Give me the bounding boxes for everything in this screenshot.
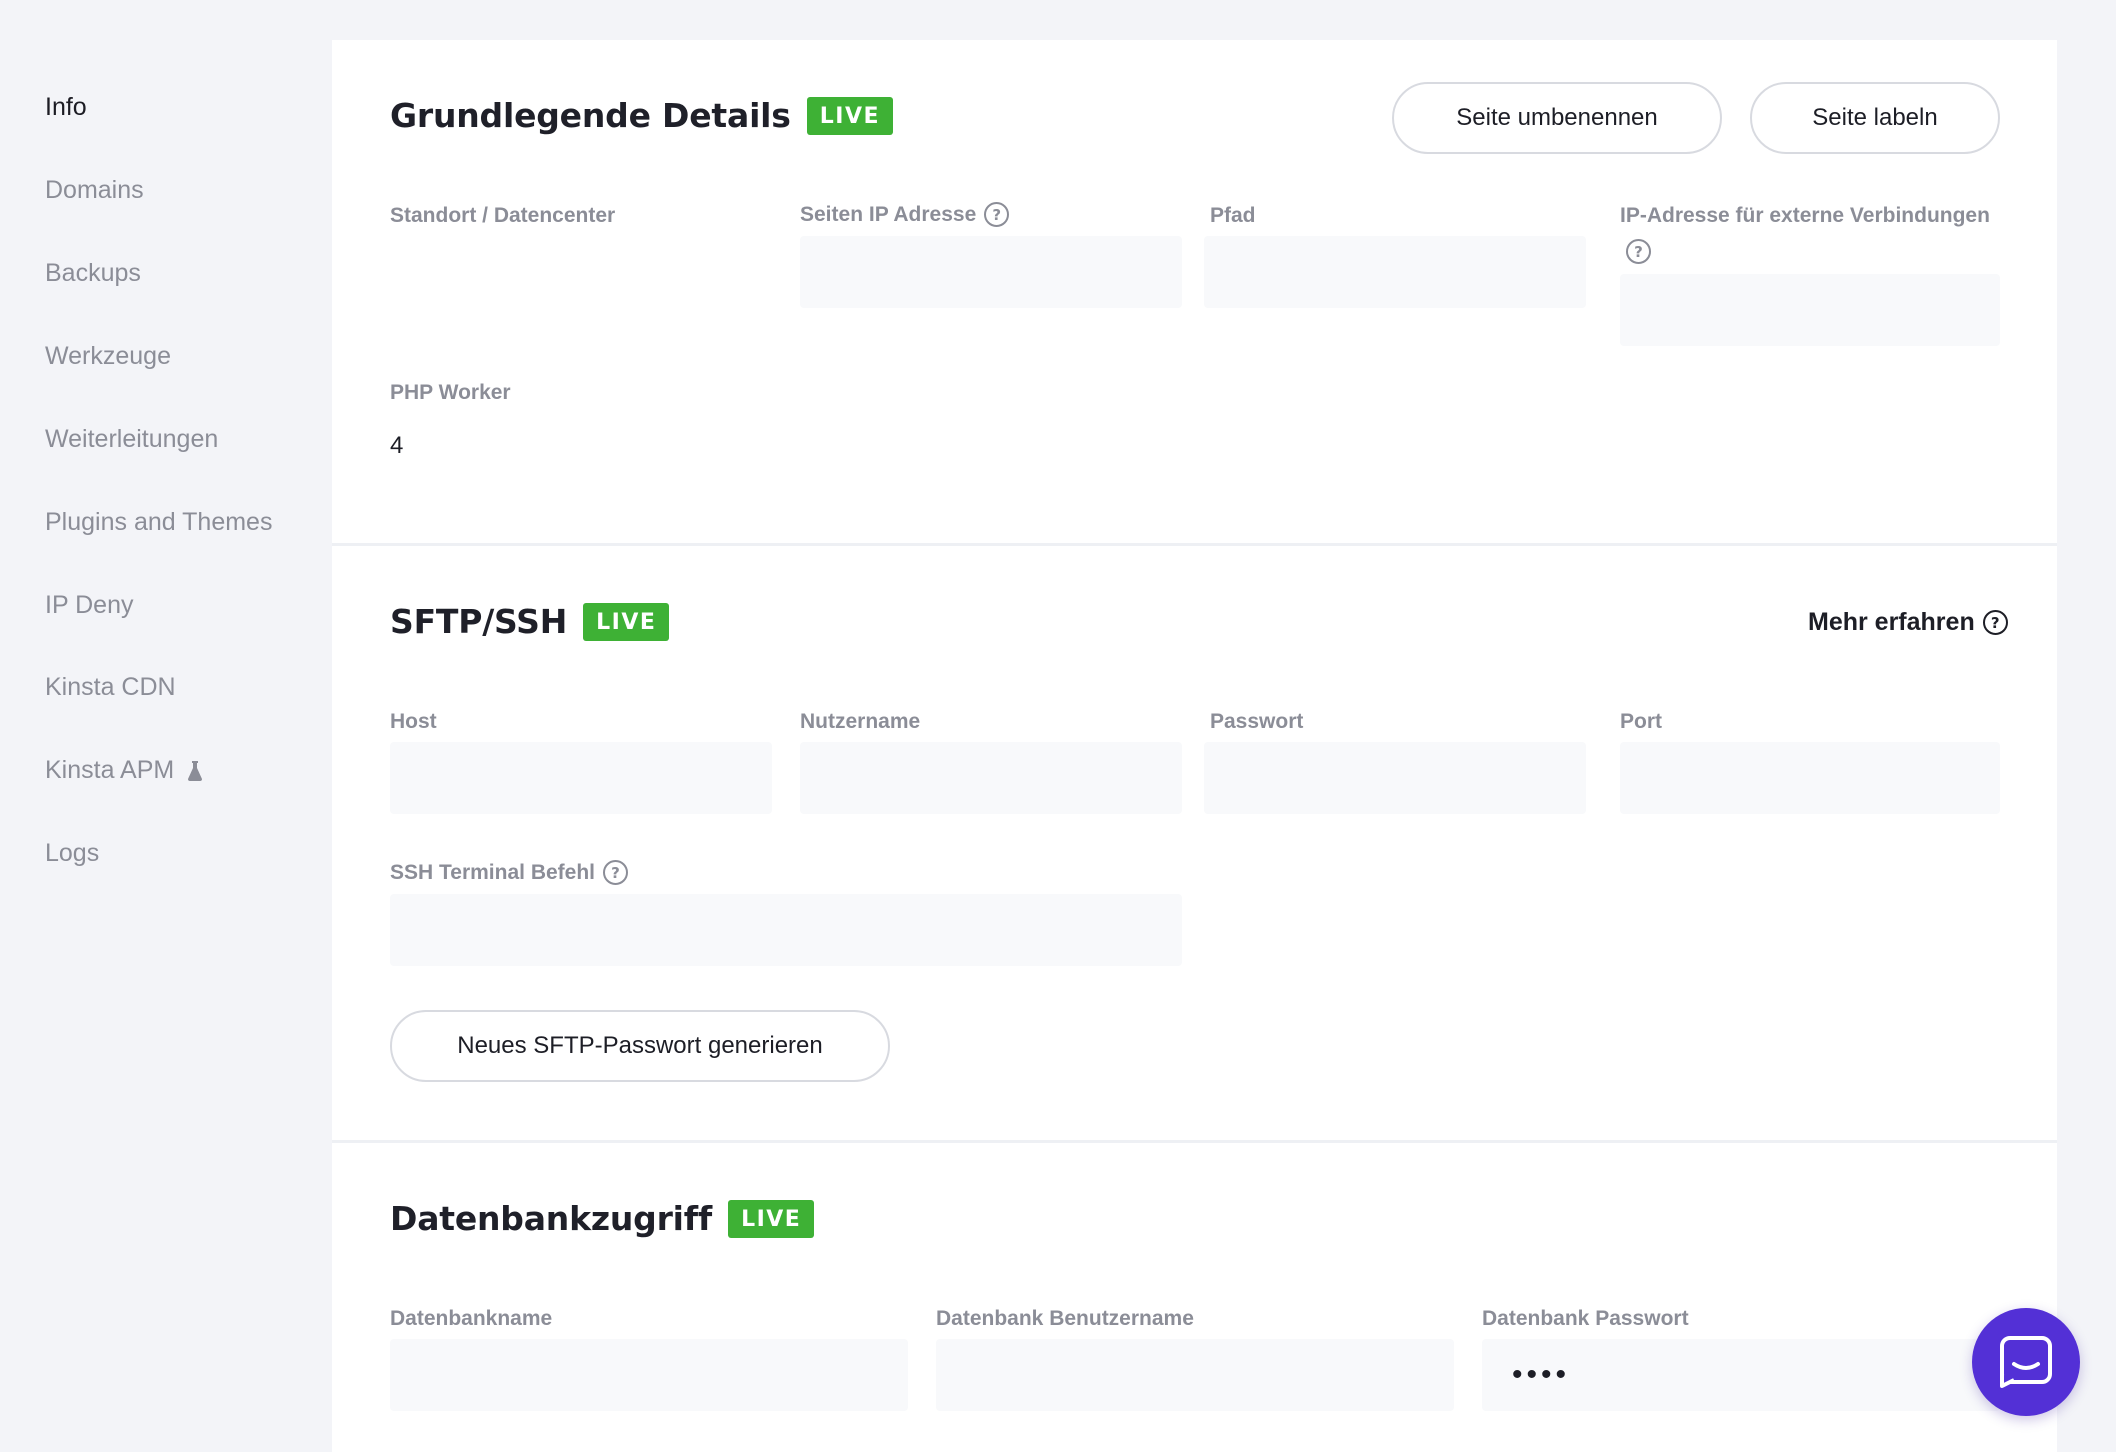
sidebar-item-weiterleitungen[interactable]: Weiterleitungen — [45, 425, 218, 454]
section-title: Grundlegende Details — [390, 96, 791, 135]
sidebar-item-label: Werkzeuge — [45, 342, 171, 370]
live-badge: LIVE — [806, 96, 893, 135]
sidebar-item-info[interactable]: Info — [45, 93, 87, 122]
masked-password: •••• — [1512, 1358, 1571, 1391]
details-heading: Grundlegende Details LIVE — [390, 96, 893, 135]
help-icon: ? — [1982, 610, 2008, 635]
db-name-field[interactable] — [390, 1339, 908, 1411]
section-title: SFTP/SSH — [390, 602, 568, 641]
db-password-label: Datenbank Passwort — [1482, 1307, 1689, 1330]
sidebar-item-label: Kinsta CDN — [45, 673, 176, 701]
php-workers-label: PHP Worker — [390, 381, 511, 404]
host-label: Host — [390, 710, 437, 733]
username-label: Nutzername — [800, 710, 921, 733]
site-ip-label: Seiten IP Adresse ? — [800, 202, 1010, 227]
sidebar-item-logs[interactable]: Logs — [45, 839, 99, 868]
port-field[interactable] — [1620, 742, 2000, 814]
sidebar-item-label: Kinsta APM — [45, 756, 175, 784]
external-ip-label: IP-Adresse für externe Verbindungen — [1620, 204, 1990, 227]
username-field[interactable] — [800, 742, 1182, 814]
port-label: Port — [1620, 710, 1662, 733]
help-icon[interactable]: ? — [603, 860, 628, 885]
sidebar-item-label: IP Deny — [45, 591, 134, 619]
sidebar-item-domains[interactable]: Domains — [45, 176, 144, 205]
sidebar-item-backups[interactable]: Backups — [45, 259, 141, 288]
live-badge: LIVE — [583, 602, 670, 641]
ssh-command-label: SSH Terminal Befehl ? — [390, 860, 628, 885]
sidebar-item-label: Logs — [45, 839, 100, 867]
password-field[interactable] — [1204, 742, 1586, 814]
path-field[interactable] — [1204, 236, 1586, 308]
location-label: Standort / Datencenter — [390, 204, 616, 227]
flask-icon — [188, 760, 203, 781]
learn-more-link[interactable]: Mehr erfahren ? — [1808, 608, 2008, 637]
sidebar-item-kinsta-cdn[interactable]: Kinsta CDN — [45, 673, 176, 702]
sidebar-item-werkzeuge[interactable]: Werkzeuge — [45, 342, 171, 371]
sftp-section: SFTP/SSH LIVE Mehr erfahren ? Host Nutze… — [332, 546, 2057, 1140]
sftp-heading: SFTP/SSH LIVE — [390, 602, 670, 641]
site-ip-field[interactable] — [800, 236, 1182, 308]
section-title: Datenbankzugriff — [390, 1199, 713, 1238]
php-workers-value: 4 — [390, 432, 404, 459]
generate-sftp-password-button[interactable]: Neues SFTP-Passwort generieren — [390, 1010, 890, 1082]
path-label: Pfad — [1210, 204, 1256, 227]
label-site-button[interactable]: Seite labeln — [1750, 82, 2000, 154]
db-password-field[interactable]: •••• — [1482, 1339, 2000, 1411]
help-icon[interactable]: ? — [1626, 239, 1651, 264]
main-panel: Grundlegende Details LIVE Seite umbenenn… — [332, 40, 2057, 1452]
sidebar-item-label: Plugins and Themes — [45, 508, 273, 536]
sidebar-item-label: Backups — [45, 259, 141, 287]
db-name-label: Datenbankname — [390, 1307, 553, 1330]
sidebar-item-ip-deny[interactable]: IP Deny — [45, 591, 133, 620]
sidebar-item-plugins-themes[interactable]: Plugins and Themes — [45, 508, 272, 537]
database-heading: Datenbankzugriff LIVE — [390, 1199, 815, 1238]
db-user-label: Datenbank Benutzername — [936, 1307, 1194, 1330]
sidebar-item-label: Info — [45, 93, 87, 121]
chat-icon — [2000, 1336, 2052, 1388]
sidebar-item-kinsta-apm[interactable]: Kinsta APM — [45, 756, 203, 785]
sidebar-item-label: Domains — [45, 176, 144, 204]
host-field[interactable] — [390, 742, 772, 814]
help-icon[interactable]: ? — [984, 202, 1010, 227]
ssh-command-field[interactable] — [390, 894, 1182, 966]
password-label: Passwort — [1210, 710, 1304, 733]
database-section: Datenbankzugriff LIVE Datenbankname Date… — [332, 1143, 2057, 1452]
external-ip-field[interactable] — [1620, 274, 2000, 346]
rename-site-button[interactable]: Seite umbenennen — [1392, 82, 1722, 154]
live-badge: LIVE — [728, 1199, 815, 1238]
chat-launcher-button[interactable] — [1972, 1308, 2080, 1416]
details-section: Grundlegende Details LIVE Seite umbenenn… — [332, 40, 2057, 543]
db-user-field[interactable] — [936, 1339, 1454, 1411]
sidebar: Info Domains Backups Werkzeuge Weiterlei… — [0, 0, 330, 1452]
sidebar-item-label: Weiterleitungen — [45, 425, 219, 453]
